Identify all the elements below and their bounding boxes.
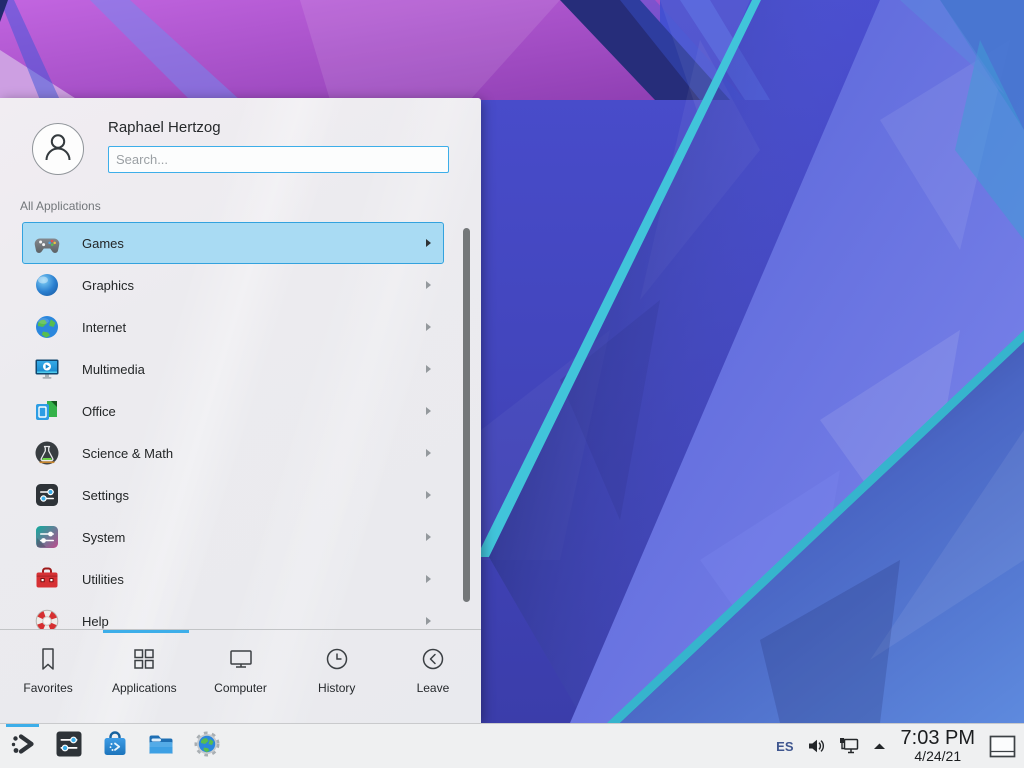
gamepad-icon — [33, 229, 61, 257]
category-graphics[interactable]: Graphics — [22, 264, 444, 306]
submenu-arrow-icon — [426, 239, 431, 247]
desktop: Raphael Hertzog All Applications Games — [0, 0, 1024, 768]
tab-leave[interactable]: Leave — [385, 630, 481, 723]
category-internet[interactable]: Internet — [22, 306, 444, 348]
active-tab-indicator — [103, 630, 189, 633]
sliders-icon — [33, 481, 61, 509]
file-manager-button[interactable] — [144, 724, 177, 768]
application-launcher-button[interactable] — [6, 724, 39, 768]
launcher-tab-bar: Favorites Applications — [0, 629, 481, 723]
monitor-play-icon — [33, 355, 61, 383]
paint-sphere-icon — [33, 271, 61, 299]
category-label: Utilities — [82, 572, 426, 587]
system-settings-icon — [54, 729, 84, 764]
discover-button[interactable] — [98, 724, 131, 768]
clock-date: 4/24/21 — [901, 749, 975, 764]
grid-icon — [130, 645, 158, 673]
kde-launcher-icon — [8, 729, 38, 764]
submenu-arrow-icon — [426, 281, 431, 289]
category-list: Games Graphics — [0, 222, 481, 629]
tab-history[interactable]: History — [289, 630, 385, 723]
tab-computer[interactable]: Computer — [192, 630, 288, 723]
category-label: Help — [82, 614, 426, 629]
taskbar: ES — [0, 723, 1024, 768]
category-label: Multimedia — [82, 362, 426, 377]
submenu-arrow-icon — [426, 323, 431, 331]
software-center-bag-icon — [100, 729, 130, 764]
flask-icon — [33, 439, 61, 467]
tab-label: Applications — [112, 681, 177, 695]
tab-label: Leave — [417, 681, 450, 695]
category-label: Settings — [82, 488, 426, 503]
system-settings-button[interactable] — [52, 724, 85, 768]
submenu-arrow-icon — [426, 617, 431, 625]
toolbox-icon — [33, 565, 61, 593]
category-system[interactable]: System — [22, 516, 444, 558]
category-office[interactable]: Office — [22, 390, 444, 432]
show-desktop-button[interactable] — [989, 735, 1016, 758]
clock-time: 7:03 PM — [901, 728, 975, 749]
category-label: System — [82, 530, 426, 545]
user-name: Raphael Hertzog — [108, 119, 221, 136]
web-browser-button[interactable] — [190, 724, 223, 768]
lifebuoy-icon — [33, 607, 61, 629]
tab-applications[interactable]: Applications — [96, 630, 192, 723]
tab-label: Computer — [214, 681, 267, 695]
category-label: Games — [82, 236, 426, 251]
system-sliders-icon — [33, 523, 61, 551]
category-multimedia[interactable]: Multimedia — [22, 348, 444, 390]
volume-icon[interactable] — [806, 736, 826, 756]
application-launcher-menu: Raphael Hertzog All Applications Games — [0, 98, 481, 723]
tab-favorites[interactable]: Favorites — [0, 630, 96, 723]
submenu-arrow-icon — [426, 365, 431, 373]
category-settings[interactable]: Settings — [22, 474, 444, 516]
submenu-arrow-icon — [426, 407, 431, 415]
category-games[interactable]: Games — [22, 222, 444, 264]
expand-tray-caret-up-icon[interactable] — [872, 740, 887, 752]
leave-circle-icon — [419, 645, 447, 673]
category-help[interactable]: Help — [22, 600, 444, 629]
user-avatar[interactable] — [32, 123, 84, 175]
taskbar-launchers — [6, 724, 223, 768]
clock-icon — [323, 645, 351, 673]
monitor-icon — [227, 645, 255, 673]
search-input[interactable] — [108, 146, 449, 173]
documents-icon — [33, 397, 61, 425]
folder-icon — [146, 729, 176, 764]
category-label: Science & Math — [82, 446, 426, 461]
network-icon[interactable] — [838, 736, 860, 757]
scrollbar-thumb[interactable] — [463, 228, 470, 602]
globe-icon — [33, 313, 61, 341]
tab-label: Favorites — [23, 681, 72, 695]
category-science-math[interactable]: Science & Math — [22, 432, 444, 474]
category-label: Office — [82, 404, 426, 419]
section-label: All Applications — [20, 199, 101, 213]
tab-label: History — [318, 681, 355, 695]
globe-gear-icon — [192, 729, 222, 764]
keyboard-layout-indicator[interactable]: ES — [776, 739, 793, 754]
submenu-arrow-icon — [426, 575, 431, 583]
category-label: Graphics — [82, 278, 426, 293]
bookmark-icon — [34, 645, 62, 673]
submenu-arrow-icon — [426, 491, 431, 499]
system-tray: ES — [776, 728, 1016, 764]
user-icon — [38, 127, 78, 172]
submenu-arrow-icon — [426, 449, 431, 457]
category-utilities[interactable]: Utilities — [22, 558, 444, 600]
digital-clock[interactable]: 7:03 PM 4/24/21 — [901, 728, 975, 764]
category-label: Internet — [82, 320, 426, 335]
submenu-arrow-icon — [426, 533, 431, 541]
